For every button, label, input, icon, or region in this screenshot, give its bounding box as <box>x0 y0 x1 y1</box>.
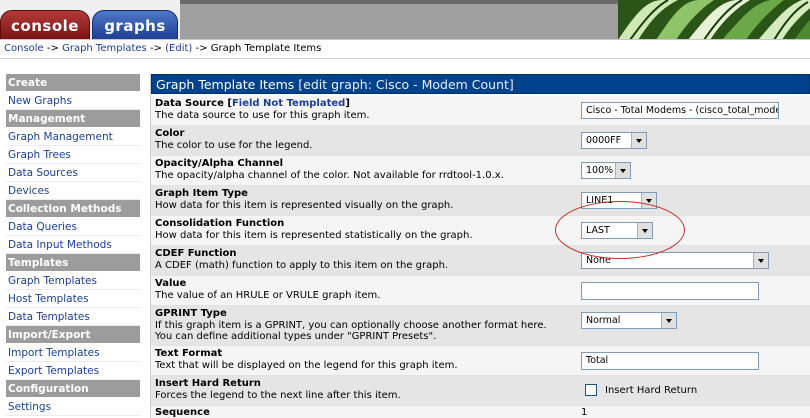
field-not-templated-link[interactable]: Field Not Templated <box>232 98 345 109</box>
insert-hard-return-checkbox[interactable] <box>585 384 597 396</box>
field-label: CDEF Function <box>155 248 237 259</box>
sidebar-header-configuration: Configuration <box>6 380 140 398</box>
sidebar-item-export-templates[interactable]: Export Templates <box>6 362 140 380</box>
field-label: Insert Hard Return <box>155 378 261 389</box>
value-input[interactable] <box>581 282 759 300</box>
chevron-down-icon[interactable] <box>753 253 768 268</box>
top-bar: console graphs <box>0 0 810 40</box>
chevron-down-icon[interactable] <box>661 313 676 328</box>
sidebar-item-data-templates[interactable]: Data Templates <box>6 308 140 326</box>
chevron-down-icon[interactable] <box>615 163 630 178</box>
breadcrumb-separator: -> <box>195 43 208 54</box>
sidebar-header-collection-methods: Collection Methods <box>6 200 140 218</box>
field-row-gprint-type: GPRINT Type If this graph item is a GPRI… <box>151 306 810 346</box>
sidebar-header-templates: Templates <box>6 254 140 272</box>
sequence-value: 1 <box>581 407 588 418</box>
insert-hard-return-label: Insert Hard Return <box>605 385 698 396</box>
breadcrumb-graph-templates[interactable]: Graph Templates <box>62 43 147 54</box>
sidebar-item-data-input-methods[interactable]: Data Input Methods <box>6 236 140 254</box>
top-bar-fill <box>180 0 620 39</box>
cdef-function-select[interactable]: None <box>581 252 769 269</box>
chevron-down-icon[interactable] <box>637 223 652 238</box>
breadcrumb-current: Graph Template Items <box>210 43 322 54</box>
page-subtitle: [edit graph: Cisco - Modem Count] <box>298 77 514 92</box>
field-row-consolidation-function: Consolidation Function How data for this… <box>151 216 810 246</box>
sidebar: Create New Graphs Management Graph Manag… <box>6 74 140 418</box>
field-desc: The value of an HRULE or VRULE graph ite… <box>155 289 381 301</box>
field-label: Text Format <box>155 348 223 359</box>
chevron-down-icon[interactable] <box>631 133 646 148</box>
sidebar-item-devices[interactable]: Devices <box>6 182 140 200</box>
sidebar-header-management: Management <box>6 110 140 128</box>
sidebar-item-data-sources[interactable]: Data Sources <box>6 164 140 182</box>
field-row-cdef-function: CDEF Function A CDEF (math) function to … <box>151 246 810 276</box>
page-title: Graph Template Items [edit graph: Cisco … <box>151 74 810 94</box>
breadcrumb-edit[interactable]: (Edit) <box>165 43 192 54</box>
field-desc: A CDEF (math) function to apply to this … <box>155 259 449 271</box>
sidebar-header-create: Create <box>6 74 140 92</box>
color-select[interactable]: 0000FF <box>581 132 647 149</box>
graph-item-type-select[interactable]: LINE1 <box>581 192 657 209</box>
field-label: GPRINT Type <box>155 308 227 319</box>
page-title-text: Graph Template Items <box>156 77 295 92</box>
field-row-opacity: Opacity/Alpha Channel The opacity/alpha … <box>151 156 810 186</box>
sidebar-item-graph-management[interactable]: Graph Management <box>6 128 140 146</box>
sidebar-item-graph-trees[interactable]: Graph Trees <box>6 146 140 164</box>
breadcrumb-separator: -> <box>149 43 162 54</box>
sidebar-header-import-export: Import/Export <box>6 326 140 344</box>
sidebar-item-graph-templates[interactable]: Graph Templates <box>6 272 140 290</box>
sidebar-item-host-templates[interactable]: Host Templates <box>6 290 140 308</box>
tab-console[interactable]: console <box>0 10 90 39</box>
gprint-type-select[interactable]: Normal <box>581 312 677 329</box>
field-row-text-format: Text Format Text that will be displayed … <box>151 346 810 376</box>
field-label: Consolidation Function <box>155 218 285 229</box>
tab-graphs[interactable]: graphs <box>92 10 178 39</box>
field-desc: The color to use for the legend. <box>155 139 313 151</box>
main-panel: Graph Template Items [edit graph: Cisco … <box>150 74 810 418</box>
sidebar-item-settings[interactable]: Settings <box>6 398 140 416</box>
field-label: Graph Item Type <box>155 188 248 199</box>
field-desc: The opacity/alpha channel of the color. … <box>155 169 504 181</box>
field-row-color: Color The color to use for the legend. 0… <box>151 126 810 156</box>
field-desc: How data for this item is represented vi… <box>155 199 454 211</box>
field-label: Color <box>155 128 185 139</box>
opacity-select[interactable]: 100% <box>581 162 631 179</box>
field-row-graph-item-type: Graph Item Type How data for this item i… <box>151 186 810 216</box>
text-format-input[interactable]: Total <box>581 352 759 370</box>
cacti-logo-art <box>618 0 810 39</box>
field-label: Sequence <box>155 407 210 418</box>
breadcrumb-console[interactable]: Console <box>4 43 44 54</box>
breadcrumb-separator: -> <box>46 43 59 54</box>
field-desc: How data for this item is represented st… <box>155 229 473 241</box>
field-label: Data Source [Field Not Templated] <box>155 98 350 109</box>
field-desc: The data source to use for this graph it… <box>155 109 370 121</box>
sidebar-item-data-queries[interactable]: Data Queries <box>6 218 140 236</box>
field-label: Value <box>155 278 187 289</box>
field-desc: Text that will be displayed on the legen… <box>155 359 458 371</box>
field-row-insert-hard-return: Insert Hard Return Forces the legend to … <box>151 376 810 406</box>
field-desc: Forces the legend to the next line after… <box>155 389 401 401</box>
breadcrumb: Console -> Graph Templates -> (Edit) -> … <box>0 41 810 59</box>
chevron-down-icon[interactable] <box>641 193 656 208</box>
field-row-sequence: Sequence 1 <box>151 406 810 418</box>
sidebar-item-new-graphs[interactable]: New Graphs <box>6 92 140 110</box>
top-bar-stripe <box>180 0 620 4</box>
sidebar-item-import-templates[interactable]: Import Templates <box>6 344 140 362</box>
field-desc: If this graph item is a GPRINT, you can … <box>155 319 547 343</box>
consolidation-function-select[interactable]: LAST <box>581 222 653 239</box>
field-row-value: Value The value of an HRULE or VRULE gra… <box>151 276 810 306</box>
field-label: Opacity/Alpha Channel <box>155 158 284 169</box>
data-source-select[interactable]: Cisco - Total Modems - (cisco_total_mode… <box>581 102 779 119</box>
field-row-data-source: Data Source [Field Not Templated] The da… <box>151 96 810 126</box>
